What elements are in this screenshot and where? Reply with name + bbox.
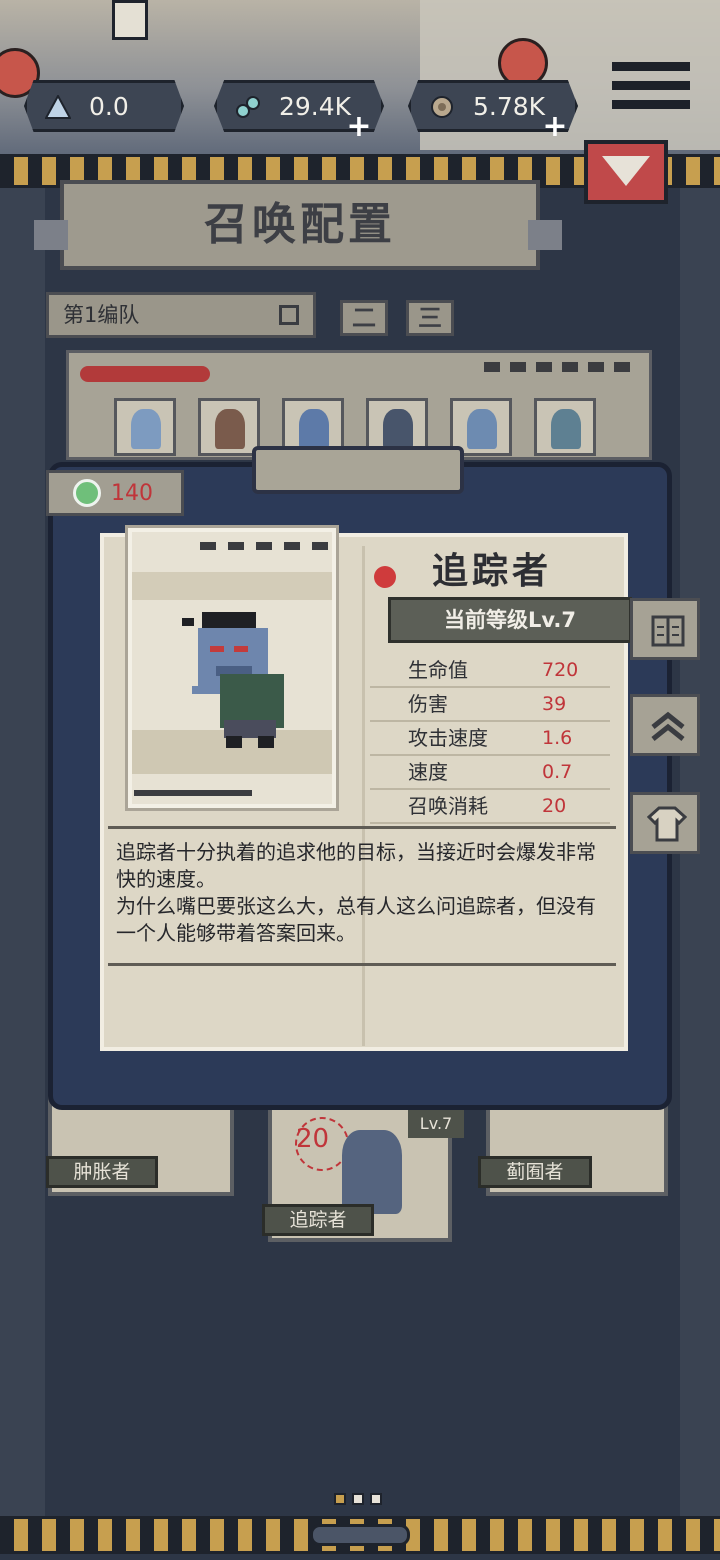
skin-button[interactable] [630,792,700,854]
stat-label: 攻击速度 [408,726,488,750]
unit-card-label: 追踪者 [262,1204,374,1236]
unit-card-cost: 20 [296,1124,330,1154]
description-box: 追踪者十分执着的追求他的目标，当接近时会爆发非常快的速度。 为什么嘴巴要张这么大… [108,826,616,966]
page-dot-active[interactable] [334,1493,346,1505]
title-right-deco [528,220,562,250]
roster-slot[interactable] [198,398,260,456]
paperclip-deco [200,542,330,550]
left-wall [0,160,45,1520]
add-gem-icon[interactable]: + [346,112,372,142]
triangle-down-icon [602,156,650,186]
gem-resource-value: 29.4K [279,92,352,121]
clipboard-clip [252,446,464,494]
monster-icon [299,409,329,449]
title-panel: 召唤配置 [60,180,540,270]
description-line: 追踪者十分执着的追求他的目标，当接近时会爆发非常快的速度。 [116,840,596,891]
blood-splatter [80,366,210,382]
summon-cost-value: 140 [111,481,153,506]
bottom-handle[interactable] [310,1524,410,1546]
character-portrait [128,528,336,808]
description-line: 为什么嘴巴要张这么大，总有人这么问追踪者，但没有一个人能够带着答案回来。 [116,894,596,945]
unit-level-badge: Lv.7 [408,1110,464,1138]
character-level: 当前等级Lv.7 [444,608,576,632]
coin-icon [431,96,453,118]
stat-row-summon-cost: 召唤消耗 20 [370,790,610,824]
book-icon [651,615,685,647]
character-name-area: 追踪者 [366,546,618,592]
chevron-up-icon [651,711,685,741]
stat-label: 生命值 [408,658,468,682]
page-title: 召唤配置 [204,199,396,250]
unit-card-label: 蓟囿者 [478,1156,592,1188]
book-button[interactable] [630,598,700,660]
monster-icon [467,409,497,449]
stat-label: 伤害 [408,692,448,716]
monster-icon [131,409,161,449]
level-banner: 当前等级Lv.7 [388,597,632,643]
coin-resource-value: 5.78K [473,92,546,121]
tracker-sprite [182,612,284,748]
page-dot[interactable] [370,1493,382,1505]
upgrade-button[interactable] [630,694,700,756]
unit-card-label: 肿胀者 [46,1156,158,1188]
lamp-icon [112,0,148,40]
monster-icon [551,409,581,449]
stat-label: 速度 [408,760,448,784]
roster-deco-dash [484,362,634,372]
stat-row-damage: 伤害 39 [370,688,610,722]
roster-slot[interactable] [534,398,596,456]
stat-row-attack-speed: 攻击速度 1.6 [370,722,610,756]
roster-slot[interactable] [114,398,176,456]
shirt-icon [647,806,687,842]
stat-row-hp: 生命值 720 [370,654,610,688]
character-description: 追踪者十分执着的追求他的目标，当接近时会爆发非常快的速度。 为什么嘴巴要张这么大… [116,839,606,947]
add-coin-icon[interactable]: + [542,112,568,142]
monster-icon [342,1130,402,1214]
team-tab-2[interactable]: 二 [340,300,388,336]
stat-label: 召唤消耗 [408,794,488,818]
collapse-button[interactable] [584,140,668,204]
paper-fold [362,546,365,1046]
stat-value: 20 [542,795,567,817]
stat-row-speed: 速度 0.7 [370,756,610,790]
character-name: 追踪者 [431,551,552,592]
triangle-resource-value: 0.0 [89,92,129,121]
team-name: 第1编队 [63,303,140,327]
title-left-deco [34,220,68,250]
stat-value: 0.7 [542,761,573,783]
triangle-icon [45,95,71,119]
page-indicator [334,1493,386,1507]
monster-icon [383,409,413,449]
stat-value: 720 [542,659,579,681]
triangle-resource[interactable]: 0.0 [24,80,184,132]
portrait-underline [134,790,252,796]
team-tab-3[interactable]: 三 [406,300,454,336]
team-selector[interactable]: 第1编队 [46,292,316,338]
gem-icon [236,96,260,118]
page-dot[interactable] [352,1493,364,1505]
stat-value: 1.6 [542,727,573,749]
menu-icon[interactable] [612,62,690,122]
stat-value: 39 [542,693,567,715]
edit-icon[interactable] [279,305,299,325]
energy-icon [73,479,101,507]
monster-icon [215,409,245,449]
summon-cost-badge: 140 [46,470,184,516]
